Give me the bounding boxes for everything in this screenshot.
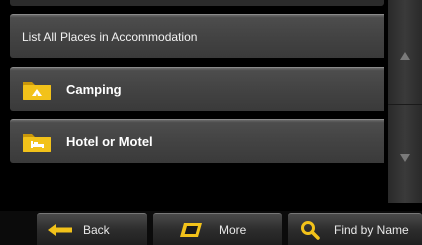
list-top-edge	[10, 0, 384, 6]
scroll-down-arrow-icon	[400, 154, 410, 162]
list-all-places-label: List All Places in Accommodation	[22, 29, 198, 44]
more-button[interactable]: More	[153, 213, 282, 245]
scrollbar[interactable]	[388, 0, 422, 203]
magnifier-icon	[300, 220, 320, 240]
camping-label: Camping	[66, 82, 122, 97]
hotel-folder-icon	[22, 129, 52, 153]
more-icon	[179, 222, 203, 238]
more-label: More	[219, 222, 247, 237]
find-by-name-button[interactable]: Find by Name	[288, 213, 422, 245]
list-item-hotel-or-motel[interactable]: Hotel or Motel	[10, 119, 384, 163]
scroll-up-arrow-icon	[400, 52, 410, 60]
scroll-down-button[interactable]	[388, 110, 422, 206]
category-list: List All Places in Accommodation Camping	[0, 0, 384, 203]
find-by-name-label: Find by Name	[334, 222, 409, 237]
back-arrow-icon	[47, 223, 73, 237]
back-button[interactable]: Back	[37, 213, 147, 245]
camping-folder-icon	[22, 77, 52, 101]
hotel-or-motel-label: Hotel or Motel	[66, 134, 153, 149]
back-label: Back	[83, 222, 110, 237]
list-all-places-item[interactable]: List All Places in Accommodation	[10, 14, 384, 58]
bottom-toolbar: Back More Find by Name	[0, 211, 422, 245]
list-item-camping[interactable]: Camping	[10, 67, 384, 111]
scroll-up-button[interactable]	[388, 8, 422, 105]
